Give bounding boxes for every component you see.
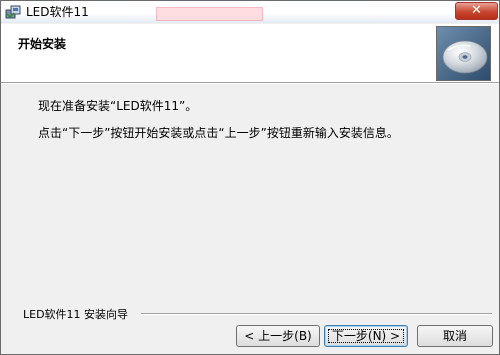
title-bar[interactable]: LED软件11 ✕ bbox=[1, 1, 499, 23]
installer-window: LED软件11 ✕ 开始安装 现在准备安装“LED软件11”。 点击“下一步”按… bbox=[0, 0, 500, 355]
cancel-button[interactable]: 取消 bbox=[417, 325, 493, 347]
header-panel: 开始安装 bbox=[1, 24, 499, 82]
installer-icon bbox=[5, 4, 21, 20]
cancel-button-label: 取消 bbox=[442, 329, 467, 343]
footer-divider-highlight bbox=[141, 314, 492, 315]
ready-message: 现在准备安装“LED软件11”。 bbox=[38, 99, 198, 113]
close-button[interactable]: ✕ bbox=[455, 2, 498, 20]
instruction-message: 点击“下一步”按钮开始安装或点击“上一步”按钮重新输入安装信息。 bbox=[38, 126, 399, 140]
back-button[interactable]: < 上一步(B) bbox=[236, 325, 320, 347]
close-icon: ✕ bbox=[471, 3, 482, 18]
window-title: LED软件11 bbox=[26, 5, 89, 19]
title-bar-overlay bbox=[156, 7, 263, 21]
page-title: 开始安装 bbox=[18, 37, 67, 51]
back-button-label: < 上一步(B) bbox=[244, 329, 312, 343]
next-button[interactable]: 下一步(N) > bbox=[324, 325, 408, 347]
cd-disc-icon bbox=[436, 26, 491, 81]
header-divider-highlight bbox=[1, 83, 499, 84]
focus-rectangle bbox=[328, 329, 404, 343]
wizard-brand-label: LED软件11 安装向导 bbox=[23, 306, 135, 322]
